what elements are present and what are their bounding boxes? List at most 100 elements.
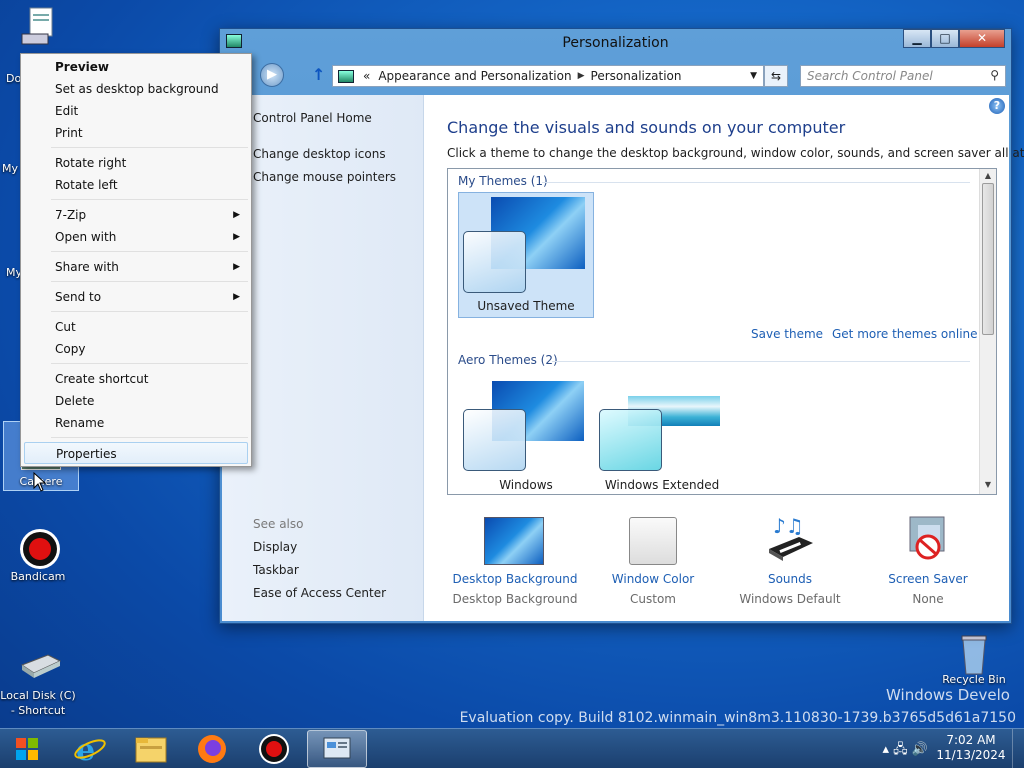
window-title: Personalization bbox=[562, 35, 669, 51]
submenu-arrow-icon: ▶ bbox=[233, 262, 240, 272]
setting-label: Window Color bbox=[611, 572, 695, 586]
menu-item-label: Preview bbox=[55, 60, 110, 74]
setting-label: Screen Saver bbox=[888, 572, 968, 586]
menu-separator bbox=[51, 147, 248, 148]
save-theme-link[interactable]: Save theme bbox=[751, 327, 823, 341]
change-mouse-pointers-link[interactable]: Change mouse pointers bbox=[253, 170, 396, 184]
taskbar-file-explorer[interactable] bbox=[120, 730, 180, 768]
desktop-icon-bandicam[interactable]: Bandicam bbox=[0, 527, 76, 583]
taskbar-internet-explorer[interactable]: e bbox=[60, 730, 120, 768]
up-arrow-icon[interactable]: ↑ bbox=[312, 65, 325, 84]
display-link[interactable]: Display bbox=[253, 540, 297, 554]
close-button[interactable]: ✕ bbox=[959, 29, 1005, 48]
svg-text:e: e bbox=[76, 733, 95, 768]
menu-separator bbox=[51, 311, 248, 312]
start-button[interactable] bbox=[10, 732, 44, 766]
menu-item-create-shortcut[interactable]: Create shortcut bbox=[24, 368, 248, 390]
scrollbar-thumb[interactable] bbox=[982, 183, 994, 335]
menu-item-properties[interactable]: Properties bbox=[24, 442, 248, 464]
control-panel-home-link[interactable]: Control Panel Home bbox=[253, 111, 372, 125]
menu-item-rename[interactable]: Rename bbox=[24, 412, 248, 434]
help-icon[interactable]: ? bbox=[989, 98, 1005, 114]
breadcrumb-personalization[interactable]: Personalization bbox=[587, 69, 686, 83]
menu-item-label: Set as desktop background bbox=[55, 82, 219, 96]
menu-item-7zip[interactable]: 7-Zip ▶ bbox=[24, 204, 248, 226]
chevron-right-icon[interactable]: ▶ bbox=[576, 71, 587, 81]
aero-themes-heading: Aero Themes (2) bbox=[458, 353, 558, 367]
internet-explorer-icon: e bbox=[74, 733, 106, 768]
ease-of-access-link[interactable]: Ease of Access Center bbox=[253, 586, 386, 600]
menu-item-delete[interactable]: Delete bbox=[24, 390, 248, 412]
search-icon[interactable]: ⚲ bbox=[990, 68, 999, 82]
system-tray: ▴ 🖧 🔊 7:02 AM 11/13/2024 bbox=[824, 729, 1024, 768]
menu-item-label: Copy bbox=[55, 342, 86, 356]
window-controls: ▁ □ ✕ bbox=[903, 29, 1005, 48]
get-more-themes-link[interactable]: Get more themes online bbox=[832, 327, 978, 341]
theme-windows-extended[interactable]: Windows Extended bbox=[594, 375, 730, 494]
menu-item-edit[interactable]: Edit bbox=[24, 100, 248, 122]
menu-item-label: Send to bbox=[55, 290, 102, 304]
clock-date: 11/13/2024 bbox=[936, 748, 1006, 762]
minimize-button[interactable]: ▁ bbox=[903, 29, 931, 48]
chevron-down-icon[interactable]: ▼ bbox=[750, 71, 757, 81]
menu-item-share-with[interactable]: Share with ▶ bbox=[24, 256, 248, 278]
taskbar-firefox[interactable] bbox=[182, 730, 242, 768]
menu-item-copy[interactable]: Copy bbox=[24, 338, 248, 360]
menu-separator bbox=[51, 437, 248, 438]
desktop-icon-label: Bandicam bbox=[10, 570, 66, 583]
scroll-up-icon[interactable]: ▲ bbox=[980, 171, 996, 180]
setting-value: Desktop Background bbox=[452, 592, 578, 606]
theme-list: My Themes (1) Unsaved Theme Save theme G… bbox=[447, 168, 997, 495]
desktop-background-icon bbox=[484, 517, 544, 565]
watermark-line-2: Evaluation copy. Build 8102.winmain_win8… bbox=[459, 710, 1016, 726]
bandicam-icon bbox=[259, 734, 289, 764]
clock[interactable]: 7:02 AM 11/13/2024 bbox=[936, 733, 1006, 763]
taskbar-control-panel[interactable] bbox=[307, 730, 367, 768]
title-bar[interactable]: Personalization ▁ □ ✕ bbox=[220, 29, 1011, 59]
sounds-icon: ♪♫ bbox=[765, 513, 815, 568]
desktop-icon-label: Local Disk (C) - Shortcut bbox=[0, 689, 76, 717]
menu-item-label: Edit bbox=[55, 104, 79, 118]
folder-icon bbox=[135, 737, 167, 763]
forward-arrow-icon[interactable]: ▶ bbox=[260, 63, 284, 87]
theme-list-scrollbar[interactable]: ▲ ▼ bbox=[979, 169, 996, 494]
menu-item-set-background[interactable]: Set as desktop background bbox=[24, 78, 248, 100]
theme-thumbnail-window bbox=[599, 409, 662, 471]
scroll-down-icon[interactable]: ▼ bbox=[980, 480, 996, 489]
navigation-bar: ◀ ▶ ↑ « Appearance and Personalization ▶… bbox=[220, 59, 1011, 91]
taskbar-bandicam[interactable] bbox=[244, 730, 304, 768]
control-panel-icon bbox=[323, 737, 351, 759]
desktop-icon-local-disk[interactable]: Local Disk (C) - Shortcut bbox=[0, 645, 76, 718]
address-bar[interactable]: « Appearance and Personalization ▶ Perso… bbox=[332, 65, 764, 87]
screen-saver-icon bbox=[904, 513, 954, 568]
breadcrumb-appearance[interactable]: Appearance and Personalization bbox=[374, 69, 575, 83]
change-desktop-icons-link[interactable]: Change desktop icons bbox=[253, 147, 386, 161]
breadcrumb-prefix[interactable]: « bbox=[359, 69, 374, 83]
menu-item-label: Properties bbox=[56, 447, 117, 461]
show-desktop-button[interactable] bbox=[1012, 729, 1024, 768]
menu-item-print[interactable]: Print bbox=[24, 122, 248, 144]
refresh-button[interactable]: ⇆ bbox=[764, 65, 788, 87]
menu-item-open-with[interactable]: Open with ▶ bbox=[24, 226, 248, 248]
theme-unsaved[interactable]: Unsaved Theme bbox=[458, 192, 594, 318]
bandicam-icon bbox=[18, 527, 60, 569]
menu-item-send-to[interactable]: Send to ▶ bbox=[24, 286, 248, 308]
maximize-button[interactable]: □ bbox=[931, 29, 959, 48]
tray-icons[interactable]: ▴ 🖧 🔊 bbox=[883, 740, 928, 762]
theme-windows[interactable]: Windows bbox=[458, 375, 594, 494]
desktop-icon-documents[interactable]: Do bbox=[0, 6, 76, 85]
menu-item-rotate-left[interactable]: Rotate left bbox=[24, 174, 248, 196]
menu-item-label: Delete bbox=[55, 394, 95, 408]
taskbar-link[interactable]: Taskbar bbox=[253, 563, 299, 577]
setting-value: None bbox=[912, 592, 944, 606]
theme-name: Windows bbox=[499, 478, 553, 492]
desktop-icon-recycle-bin[interactable]: Recycle Bin bbox=[936, 630, 1012, 686]
theme-name: Unsaved Theme bbox=[477, 299, 575, 313]
menu-item-cut[interactable]: Cut bbox=[24, 316, 248, 338]
menu-item-preview[interactable]: Preview bbox=[24, 56, 248, 78]
page-description: Click a theme to change the desktop back… bbox=[447, 146, 1024, 160]
see-also-heading: See also bbox=[253, 517, 304, 531]
menu-separator bbox=[51, 363, 248, 364]
menu-item-rotate-right[interactable]: Rotate right bbox=[24, 152, 248, 174]
search-input[interactable]: Search Control Panel ⚲ bbox=[800, 65, 1006, 87]
